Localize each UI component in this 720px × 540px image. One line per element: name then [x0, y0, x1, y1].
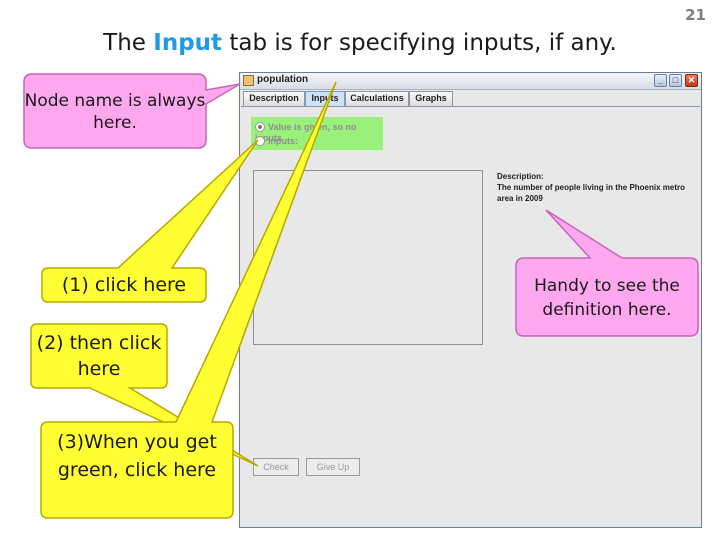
window-title: population: [257, 74, 309, 85]
description-heading: Description:: [497, 172, 544, 181]
slide-number: 21: [685, 6, 706, 24]
give-up-button[interactable]: Give Up: [306, 458, 360, 476]
title-highlight: Input: [153, 30, 223, 56]
app-icon: [243, 75, 254, 86]
close-icon: ✕: [687, 75, 696, 85]
description-panel: Description: The number of people living…: [497, 171, 687, 204]
title-suffix: tab is for specifying inputs, if any.: [222, 30, 617, 56]
check-button[interactable]: Check: [253, 458, 299, 476]
tab-description[interactable]: Description: [243, 91, 305, 106]
input-mode-group: Value is given, so no inputs Inputs:: [251, 117, 383, 150]
description-text: The number of people living in the Phoen…: [497, 183, 686, 203]
inputs-list[interactable]: [253, 170, 483, 345]
radio-inputs[interactable]: Inputs:: [255, 135, 298, 147]
when-green-callout: (3)When you get green, click here: [57, 431, 217, 481]
then-click-callout: (2) then click here: [36, 332, 162, 380]
maximize-button[interactable]: □: [669, 74, 682, 87]
node-name-callout: Node name is always here.: [24, 91, 206, 133]
click-here-callout: (1) click here: [61, 274, 187, 296]
close-button[interactable]: ✕: [685, 74, 698, 87]
title-bar[interactable]: population _ □ ✕: [240, 73, 701, 90]
radio-checked-icon: [255, 121, 265, 132]
minimize-button[interactable]: _: [654, 74, 667, 87]
tab-graphs[interactable]: Graphs: [409, 91, 453, 106]
handy-callout: Handy to see the definition here.: [534, 276, 680, 320]
slide-title: The Input tab is for specifying inputs, …: [0, 30, 720, 56]
minimize-icon: _: [657, 75, 663, 85]
tab-inputs[interactable]: Inputs: [305, 91, 345, 107]
tab-calculations[interactable]: Calculations: [345, 91, 409, 106]
title-prefix: The: [103, 30, 154, 56]
radio-inputs-label: Inputs:: [268, 136, 298, 146]
maximize-icon: □: [672, 75, 679, 85]
radio-unchecked-icon: [255, 135, 265, 146]
